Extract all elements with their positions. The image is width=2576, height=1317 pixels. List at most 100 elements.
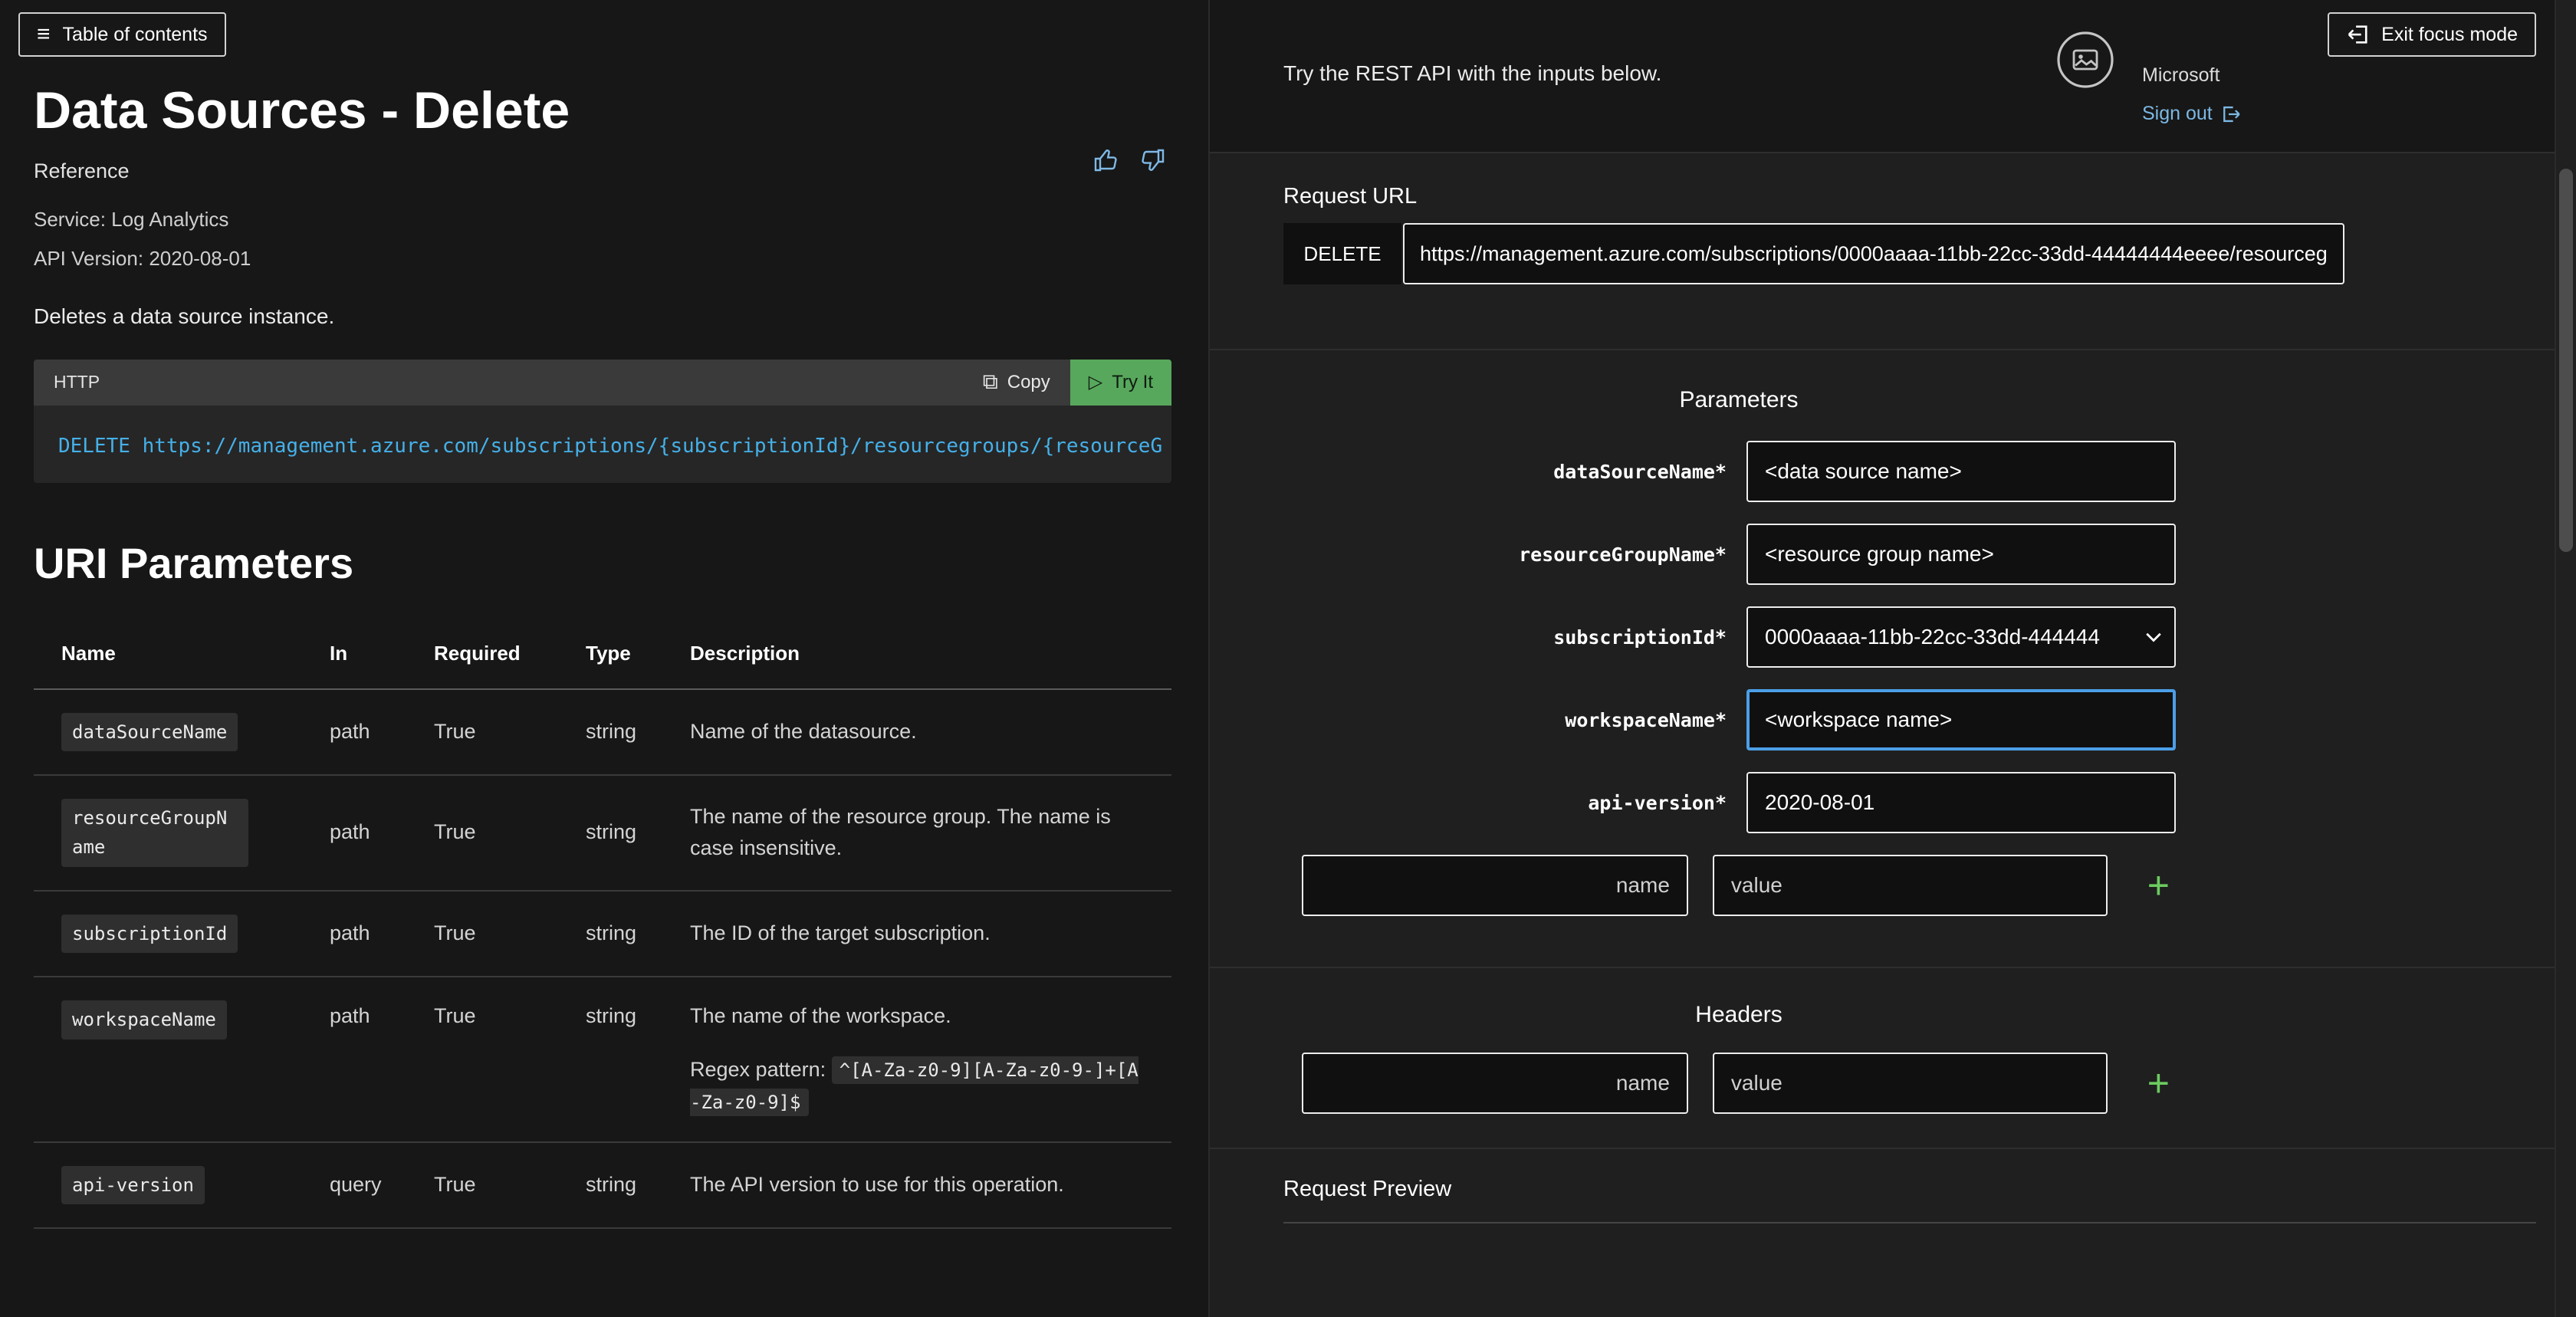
table-header-row: Name In Required Type Description: [34, 619, 1171, 689]
play-icon: ▷: [1089, 371, 1102, 393]
chevron-down-icon: [2145, 632, 2162, 643]
param-name-chip: api-version: [61, 1166, 205, 1204]
code-language-label: HTTP: [54, 372, 100, 392]
apiversion-input[interactable]: [1746, 772, 2176, 833]
add-parameter-button[interactable]: +: [2141, 866, 2176, 905]
param-required: True: [434, 775, 586, 891]
param-row-datasourcename: dataSourceName*: [1302, 441, 2176, 502]
param-label: dataSourceName*: [1302, 461, 1727, 483]
thumbs-down-icon[interactable]: [1139, 147, 1165, 173]
param-type: string: [586, 1142, 690, 1228]
param-label: subscriptionId*: [1302, 626, 1727, 649]
workspacename-input[interactable]: [1746, 689, 2176, 750]
param-row-apiversion: api-version*: [1302, 772, 2176, 833]
param-description: The ID of the target subscription.: [690, 891, 1171, 977]
param-required: True: [434, 1142, 586, 1228]
param-description: The name of the workspace. Regex pattern…: [690, 977, 1171, 1142]
param-required: True: [434, 891, 586, 977]
request-preview-heading: Request Preview: [1283, 1177, 2536, 1202]
scrollbar[interactable]: [2555, 0, 2576, 1317]
column-header-in: In: [330, 619, 434, 689]
param-required: True: [434, 689, 586, 775]
tryit-intro: Try the REST API with the inputs below.: [1283, 61, 1661, 86]
hamburger-icon: ≡: [37, 23, 51, 46]
param-in: path: [330, 891, 434, 977]
request-url-input[interactable]: [1403, 223, 2344, 284]
try-it-label: Try It: [1112, 372, 1153, 393]
param-row-subscriptionid: subscriptionId* 0000aaaa-11bb-22cc-33dd-…: [1302, 606, 2176, 668]
param-row-workspacename: workspaceName*: [1302, 689, 2176, 750]
param-name-chip: workspaceName: [61, 1000, 227, 1039]
http-code-block: HTTP ⧉ Copy ▷ Try It DELETE https://mana…: [34, 360, 1171, 483]
sign-out-icon: [2222, 104, 2242, 124]
tryit-panel: Try the REST API with the inputs below. …: [1208, 0, 2576, 1317]
feedback-controls: [1093, 147, 1165, 173]
doc-metadata: Service: Log Analytics API Version: 2020…: [34, 208, 1171, 271]
uri-parameters-table: Name In Required Type Description dataSo…: [34, 619, 1171, 1229]
resourcegroupname-input[interactable]: [1746, 524, 2176, 585]
doc-panel: Data Sources - Delete Reference Service:…: [0, 0, 1208, 1317]
param-type: string: [586, 775, 690, 891]
exit-focus-icon: [2346, 23, 2369, 46]
table-of-contents-button[interactable]: ≡ Table of contents: [18, 12, 226, 57]
toc-button-label: Table of contents: [63, 24, 208, 46]
table-row: api-version query True string The API ve…: [34, 1142, 1171, 1228]
param-type: string: [586, 977, 690, 1142]
param-name-chip: dataSourceName: [61, 713, 238, 751]
param-type: string: [586, 689, 690, 775]
add-header-button[interactable]: +: [2141, 1064, 2176, 1102]
table-row: subscriptionId path True string The ID o…: [34, 891, 1171, 977]
column-header-name: Name: [34, 619, 330, 689]
sign-out-label: Sign out: [2142, 103, 2213, 125]
api-version-value: 2020-08-01: [149, 247, 251, 270]
tryit-form: Request URL DELETE Parameters dataSource…: [1210, 153, 2576, 1317]
exit-focus-label: Exit focus mode: [2381, 24, 2518, 46]
new-header-name-input[interactable]: [1302, 1053, 1688, 1114]
headers-heading: Headers: [1302, 968, 2176, 1028]
new-parameter-name-input[interactable]: [1302, 855, 1688, 916]
add-parameter-row: +: [1302, 855, 2176, 916]
copy-button[interactable]: ⧉ Copy: [963, 360, 1070, 406]
regex-pattern-line: Regex pattern: ^[A-Za-z0-9][A-Za-z0-9-]+…: [690, 1054, 1147, 1118]
param-in: path: [330, 977, 434, 1142]
param-type: string: [586, 891, 690, 977]
param-description: Name of the datasource.: [690, 689, 1171, 775]
service-value: Log Analytics: [111, 208, 228, 231]
parameters-heading: Parameters: [1302, 350, 2176, 413]
uri-parameters-heading: URI Parameters: [34, 538, 1171, 588]
column-header-type: Type: [586, 619, 690, 689]
table-row: dataSourceName path True string Name of …: [34, 689, 1171, 775]
api-version-label: API Version:: [34, 247, 143, 270]
plus-icon: +: [2147, 1062, 2170, 1105]
code-block-body: DELETE https://management.azure.com/subs…: [34, 406, 1171, 483]
exit-focus-mode-button[interactable]: Exit focus mode: [2328, 12, 2536, 57]
add-header-row: +: [1302, 1053, 2176, 1114]
param-label: workspaceName*: [1302, 709, 1727, 731]
param-description-text: The name of the workspace.: [690, 1000, 1147, 1033]
table-row: workspaceName path True string The name …: [34, 977, 1171, 1142]
param-row-resourcegroupname: resourceGroupName*: [1302, 524, 2176, 585]
datasourcename-input[interactable]: [1746, 441, 2176, 502]
account-avatar[interactable]: [2056, 31, 2114, 89]
sign-out-link[interactable]: Sign out: [2142, 103, 2242, 125]
divider: [1283, 1222, 2536, 1223]
new-parameter-value-input[interactable]: [1713, 855, 2108, 916]
param-in: path: [330, 775, 434, 891]
try-it-button[interactable]: ▷ Try It: [1070, 360, 1171, 406]
param-in: query: [330, 1142, 434, 1228]
request-url-heading: Request URL: [1283, 184, 2536, 209]
param-name-chip: resourceGroupName: [61, 799, 248, 867]
param-in: path: [330, 689, 434, 775]
table-row: resourceGroupName path True string The n…: [34, 775, 1171, 891]
request-code-line: DELETE https://management.azure.com/subs…: [58, 435, 1162, 458]
new-header-value-input[interactable]: [1713, 1053, 2108, 1114]
param-description: The name of the resource group. The name…: [690, 775, 1171, 891]
thumbs-up-icon[interactable]: [1093, 147, 1119, 173]
subscriptionid-select[interactable]: 0000aaaa-11bb-22cc-33dd-444444: [1746, 606, 2176, 668]
scrollbar-thumb[interactable]: [2559, 169, 2573, 552]
column-header-required: Required: [434, 619, 586, 689]
regex-label: Regex pattern:: [690, 1058, 832, 1081]
api-version-line: API Version: 2020-08-01: [34, 247, 1171, 271]
focus-mode-page: ≡ Table of contents Exit focus mode Data…: [0, 0, 2576, 1317]
copy-icon: ⧉: [983, 369, 998, 395]
